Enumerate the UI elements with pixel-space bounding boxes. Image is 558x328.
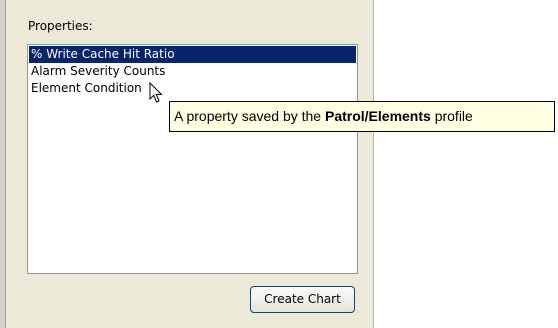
properties-panel: Properties: % Write Cache Hit Ratio Alar… [0, 0, 374, 328]
create-chart-button[interactable]: Create Chart [250, 286, 355, 313]
list-item-alarm-severity-counts[interactable]: Alarm Severity Counts [29, 63, 356, 80]
tooltip-profile-name: Patrol/Elements [324, 108, 431, 124]
arrow-pointer-icon [149, 82, 163, 103]
properties-label: Properties: [28, 19, 93, 33]
tooltip-prefix-text: A property saved by the [174, 108, 325, 124]
list-item-element-condition[interactable]: Element Condition [29, 80, 356, 97]
list-item-write-cache-hit-ratio[interactable]: % Write Cache Hit Ratio [29, 46, 356, 63]
panel-edge-divider [0, 0, 6, 328]
property-tooltip: A property saved by the Patrol/Elements … [169, 101, 555, 132]
tooltip-suffix-text: profile [430, 108, 473, 124]
properties-listbox[interactable]: % Write Cache Hit Ratio Alarm Severity C… [27, 44, 358, 274]
